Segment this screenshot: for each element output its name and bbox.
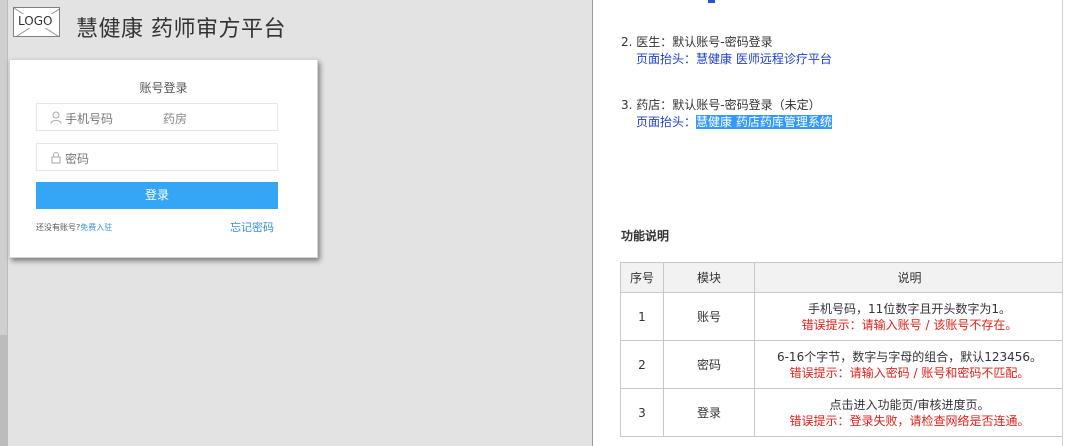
register-row: 还没有账号?免费入驻 [36,222,112,233]
password-placeholder: 密码 [65,152,90,166]
header-module: 模块 [663,262,755,293]
note-pharmacy-header-label: 页面抬头： [636,115,697,129]
notes-pane: 2. 医生：默认账号-密码登录 页面抬头：慧健康 医师远程诊疗平台 3. 药店：… [593,0,1069,446]
desc-text: 点击进入功能页/审核进度页。 [829,397,990,412]
cell-module: 密码 [663,340,755,389]
section-title: 功能说明 [621,229,670,243]
cell-module: 登录 [663,388,755,437]
table-row: 3 登录 点击进入功能页/审核进度页。 错误提示：登录失败，请检查网络是否连通。 [620,388,1065,437]
register-prompt: 还没有账号? [36,223,81,232]
cell-no: 3 [620,388,664,437]
table-header-row: 序号 模块 说明 [620,262,1065,293]
phone-placeholder: 手机号码 [65,112,114,126]
forgot-password-link[interactable]: 忘记密码 [230,219,274,235]
app-title: 慧健康 药师审方平台 [76,17,286,42]
logo-placeholder: LOGO [13,7,60,37]
prototype-canvas: LOGO 慧健康 药师审方平台 账号登录 手机号码 药房 密码 登录 还没有账号… [0,0,592,446]
cell-no: 2 [620,340,664,389]
phone-extra-text: 药房 [163,112,188,126]
user-icon [50,111,62,124]
cell-desc: 6-16个字节，数字与字母的组合，默认123456。 错误提示：请输入密码 / … [754,340,1065,389]
note-pharmacy-header-value[interactable]: 慧健康 药店药库管理系统 [696,115,832,129]
error-text: 错误提示：请输入账号 / 该账号不存在。 [801,317,1018,332]
password-input[interactable]: 密码 [36,143,278,171]
canvas-scrollbar-thumb[interactable] [0,335,7,446]
register-link[interactable]: 免费入驻 [80,223,112,232]
header-desc: 说明 [754,262,1065,293]
note-pharmacy: 3. 药店：默认账号-密码登录（未定） [621,98,821,112]
cell-desc: 点击进入功能页/审核进度页。 错误提示：登录失败，请检查网络是否连通。 [754,388,1065,437]
spec-table: 序号 模块 说明 1 账号 手机号码，11位数字且开头数字为1。 错误提示：请输… [620,262,1065,437]
login-title: 账号登录 [139,81,188,95]
note-doctor-header: 页面抬头：慧健康 医师远程诊疗平台 [636,51,832,67]
note-doctor: 2. 医生：默认账号-密码登录 [621,35,773,49]
lock-icon [51,152,61,164]
note-pharmacy-header: 页面抬头：慧健康 药店药库管理系统 [636,114,832,130]
cell-module: 账号 [663,292,755,341]
cut-off-text-mark [708,0,715,3]
cell-desc: 手机号码，11位数字且开头数字为1。 错误提示：请输入账号 / 该账号不存在。 [754,292,1065,341]
desc-text: 手机号码，11位数字且开头数字为1。 [808,301,1011,316]
error-text: 错误提示：登录失败，请检查网络是否连通。 [789,413,1030,428]
logo-text: LOGO [17,14,54,28]
desc-text: 6-16个字节，数字与字母的组合，默认123456。 [776,349,1043,364]
error-text: 错误提示：请输入密码 / 账号和密码不匹配。 [789,365,1030,380]
login-card: 账号登录 手机号码 药房 密码 登录 还没有账号?免费入驻 忘记密码 [9,59,318,258]
cell-no: 1 [620,292,664,341]
note-doctor-header-value: 慧健康 医师远程诊疗平台 [696,52,832,66]
notes-scrollbar[interactable] [1062,0,1069,446]
canvas-edge-line [7,0,8,446]
table-row: 1 账号 手机号码，11位数字且开头数字为1。 错误提示：请输入账号 / 该账号… [620,292,1065,341]
login-button[interactable]: 登录 [36,182,278,209]
phone-input[interactable]: 手机号码 药房 [36,103,278,131]
note-doctor-header-label: 页面抬头： [636,52,697,66]
header-no: 序号 [620,262,664,293]
table-row: 2 密码 6-16个字节，数字与字母的组合，默认123456。 错误提示：请输入… [620,340,1065,389]
